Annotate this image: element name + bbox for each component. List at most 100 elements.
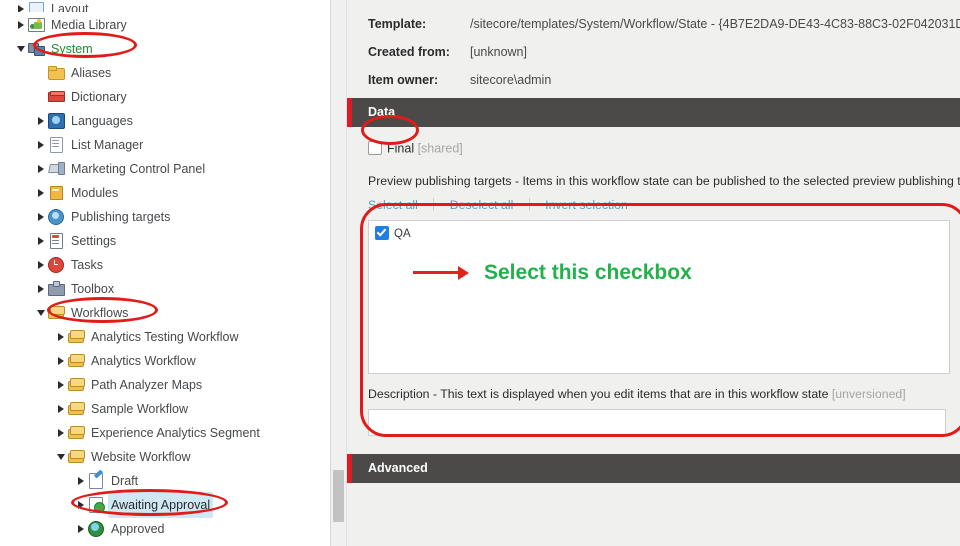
chevron-down-icon[interactable] (14, 37, 27, 61)
tree-node-label: Layout (51, 2, 89, 12)
description-label-text: Description - This text is displayed whe… (368, 387, 829, 402)
chevron-down-icon[interactable] (54, 445, 67, 469)
tree-node-label: System (51, 42, 93, 56)
description-unversioned-tag: [unversioned] (831, 387, 906, 402)
tree-node-awaiting-approval[interactable]: Awaiting Approval (0, 492, 330, 518)
tree-node-tasks[interactable]: Tasks (0, 252, 330, 276)
tree-node-label: Path Analyzer Maps (91, 378, 203, 392)
tree-node-website-workflow[interactable]: Website Workflow (0, 444, 330, 468)
preview-targets-actions[interactable]: Select all Deselect all Invert selection (347, 198, 960, 213)
chevron-right-icon[interactable] (54, 349, 67, 373)
chevron-right-icon[interactable] (34, 157, 47, 181)
tree-node-label: Marketing Control Panel (71, 162, 206, 176)
workflow-icon (68, 448, 85, 464)
chevron-right-icon[interactable] (34, 133, 47, 157)
description-label: Description - This text is displayed whe… (347, 387, 960, 401)
tree-node-modules[interactable]: Modules (0, 180, 330, 204)
media-library-icon (28, 16, 45, 32)
content-tree-pane[interactable]: Layout Media Library System Aliases Dictiona… (0, 0, 330, 546)
tree-node-toolbox[interactable]: Toolbox (0, 276, 330, 300)
detail-scrollbar-track[interactable] (331, 0, 347, 546)
tree-node-sample-workflow[interactable]: Sample Workflow (0, 396, 330, 420)
link-separator (528, 198, 530, 212)
section-accent-bar (347, 454, 352, 484)
tree-node-dictionary[interactable]: Dictionary (0, 84, 330, 108)
tree-node-approved[interactable]: Approved (0, 516, 330, 540)
chevron-right-icon[interactable] (34, 277, 47, 301)
chevron-right-icon[interactable] (34, 181, 47, 205)
section-title-data: Data (368, 105, 396, 119)
section-header-advanced[interactable]: Advanced (347, 454, 960, 484)
final-checkbox[interactable] (368, 141, 382, 155)
settings-icon (48, 232, 64, 249)
final-checkbox-row[interactable]: Final [shared] (368, 141, 950, 157)
invert-selection-link[interactable]: Invert selection (545, 198, 628, 212)
tree-node-settings[interactable]: Settings (0, 228, 330, 252)
chevron-down-icon[interactable] (34, 301, 47, 325)
target-option-qa[interactable]: QA (369, 221, 949, 242)
tree-node-label: Experience Analytics Segment (91, 426, 260, 440)
tree-node-list-manager[interactable]: List Manager (0, 132, 330, 156)
tree-node-marketing-control-panel[interactable]: Marketing Control Panel (0, 156, 330, 180)
workflow-icon (48, 304, 65, 320)
tree-node-system[interactable]: System (0, 36, 330, 60)
chevron-right-icon[interactable] (54, 373, 67, 397)
tree-node-workflows[interactable]: Workflows (0, 300, 330, 324)
meta-row: Template: /sitecore/templates/System/Work… (347, 10, 960, 38)
chevron-right-icon[interactable] (54, 421, 67, 445)
tree-node-label: Languages (71, 114, 133, 128)
detail-scrollbar-thumb[interactable] (333, 470, 344, 522)
meta-value: sitecore\admin (470, 73, 552, 87)
meta-row: Created from: [unknown] (347, 38, 960, 66)
tree-node-media-library[interactable]: Media Library (0, 12, 330, 36)
clock-icon (48, 256, 64, 273)
meta-row-clipped (347, 0, 960, 10)
folder-icon (48, 64, 65, 80)
tree-node-experience-analytics-segment[interactable]: Experience Analytics Segment (0, 420, 330, 444)
detail-body: Template: /sitecore/templates/System/Work… (347, 0, 960, 546)
link-separator (433, 198, 435, 212)
chevron-right-icon[interactable] (74, 517, 87, 541)
chevron-right-icon[interactable] (14, 3, 27, 12)
qa-label: QA (394, 228, 411, 241)
tree-node-layout[interactable]: Layout (0, 0, 330, 12)
awaiting-state-icon (88, 496, 105, 513)
meta-label: Item owner: (368, 73, 439, 87)
tree-node-label: Dictionary (71, 90, 127, 104)
tree-node-label: Media Library (51, 18, 127, 32)
meta-label: Created from: (368, 45, 450, 59)
chevron-right-icon[interactable] (54, 325, 67, 349)
modules-icon (48, 184, 64, 200)
tree-node-draft[interactable]: Draft (0, 468, 330, 492)
preview-targets-listbox[interactable]: QA (368, 220, 950, 375)
chevron-right-icon[interactable] (74, 469, 87, 493)
chevron-right-icon[interactable] (34, 205, 47, 229)
tree-node-path-analyzer-maps[interactable]: Path Analyzer Maps (0, 372, 330, 396)
chevron-right-icon[interactable] (34, 229, 47, 253)
chevron-right-icon[interactable] (74, 493, 87, 517)
tree-node-languages[interactable]: Languages (0, 108, 330, 132)
megaphone-icon (48, 160, 65, 176)
approved-state-icon (88, 520, 104, 537)
chevron-right-icon[interactable] (54, 397, 67, 421)
content-tree[interactable]: Layout Media Library System Aliases Dictiona… (0, 0, 330, 540)
tree-node-label: Analytics Workflow (91, 354, 196, 368)
description-input[interactable] (368, 409, 946, 437)
tree-node-publishing-targets[interactable]: Publishing targets (0, 204, 330, 228)
field-final: Final [shared] (347, 127, 960, 163)
meta-label: Template: (368, 17, 427, 31)
chevron-right-icon[interactable] (14, 13, 27, 37)
tree-node-label: List Manager (71, 138, 144, 152)
field-preview-publishing-targets: Preview publishing targets - Items in th… (347, 173, 960, 375)
chevron-right-icon[interactable] (34, 109, 47, 133)
deselect-all-link[interactable]: Deselect all (450, 198, 514, 212)
tree-node-label: Website Workflow (91, 450, 191, 464)
chevron-right-icon[interactable] (34, 253, 47, 277)
tree-node-analytics-testing-workflow[interactable]: Analytics Testing Workflow (0, 324, 330, 348)
tree-node-analytics-workflow[interactable]: Analytics Workflow (0, 348, 330, 372)
tree-node-aliases[interactable]: Aliases (0, 60, 330, 84)
section-header-data[interactable]: Data (347, 98, 960, 127)
tree-node-label: Draft (111, 474, 139, 488)
qa-checkbox[interactable] (375, 226, 389, 241)
select-all-link[interactable]: Select all (368, 198, 418, 212)
